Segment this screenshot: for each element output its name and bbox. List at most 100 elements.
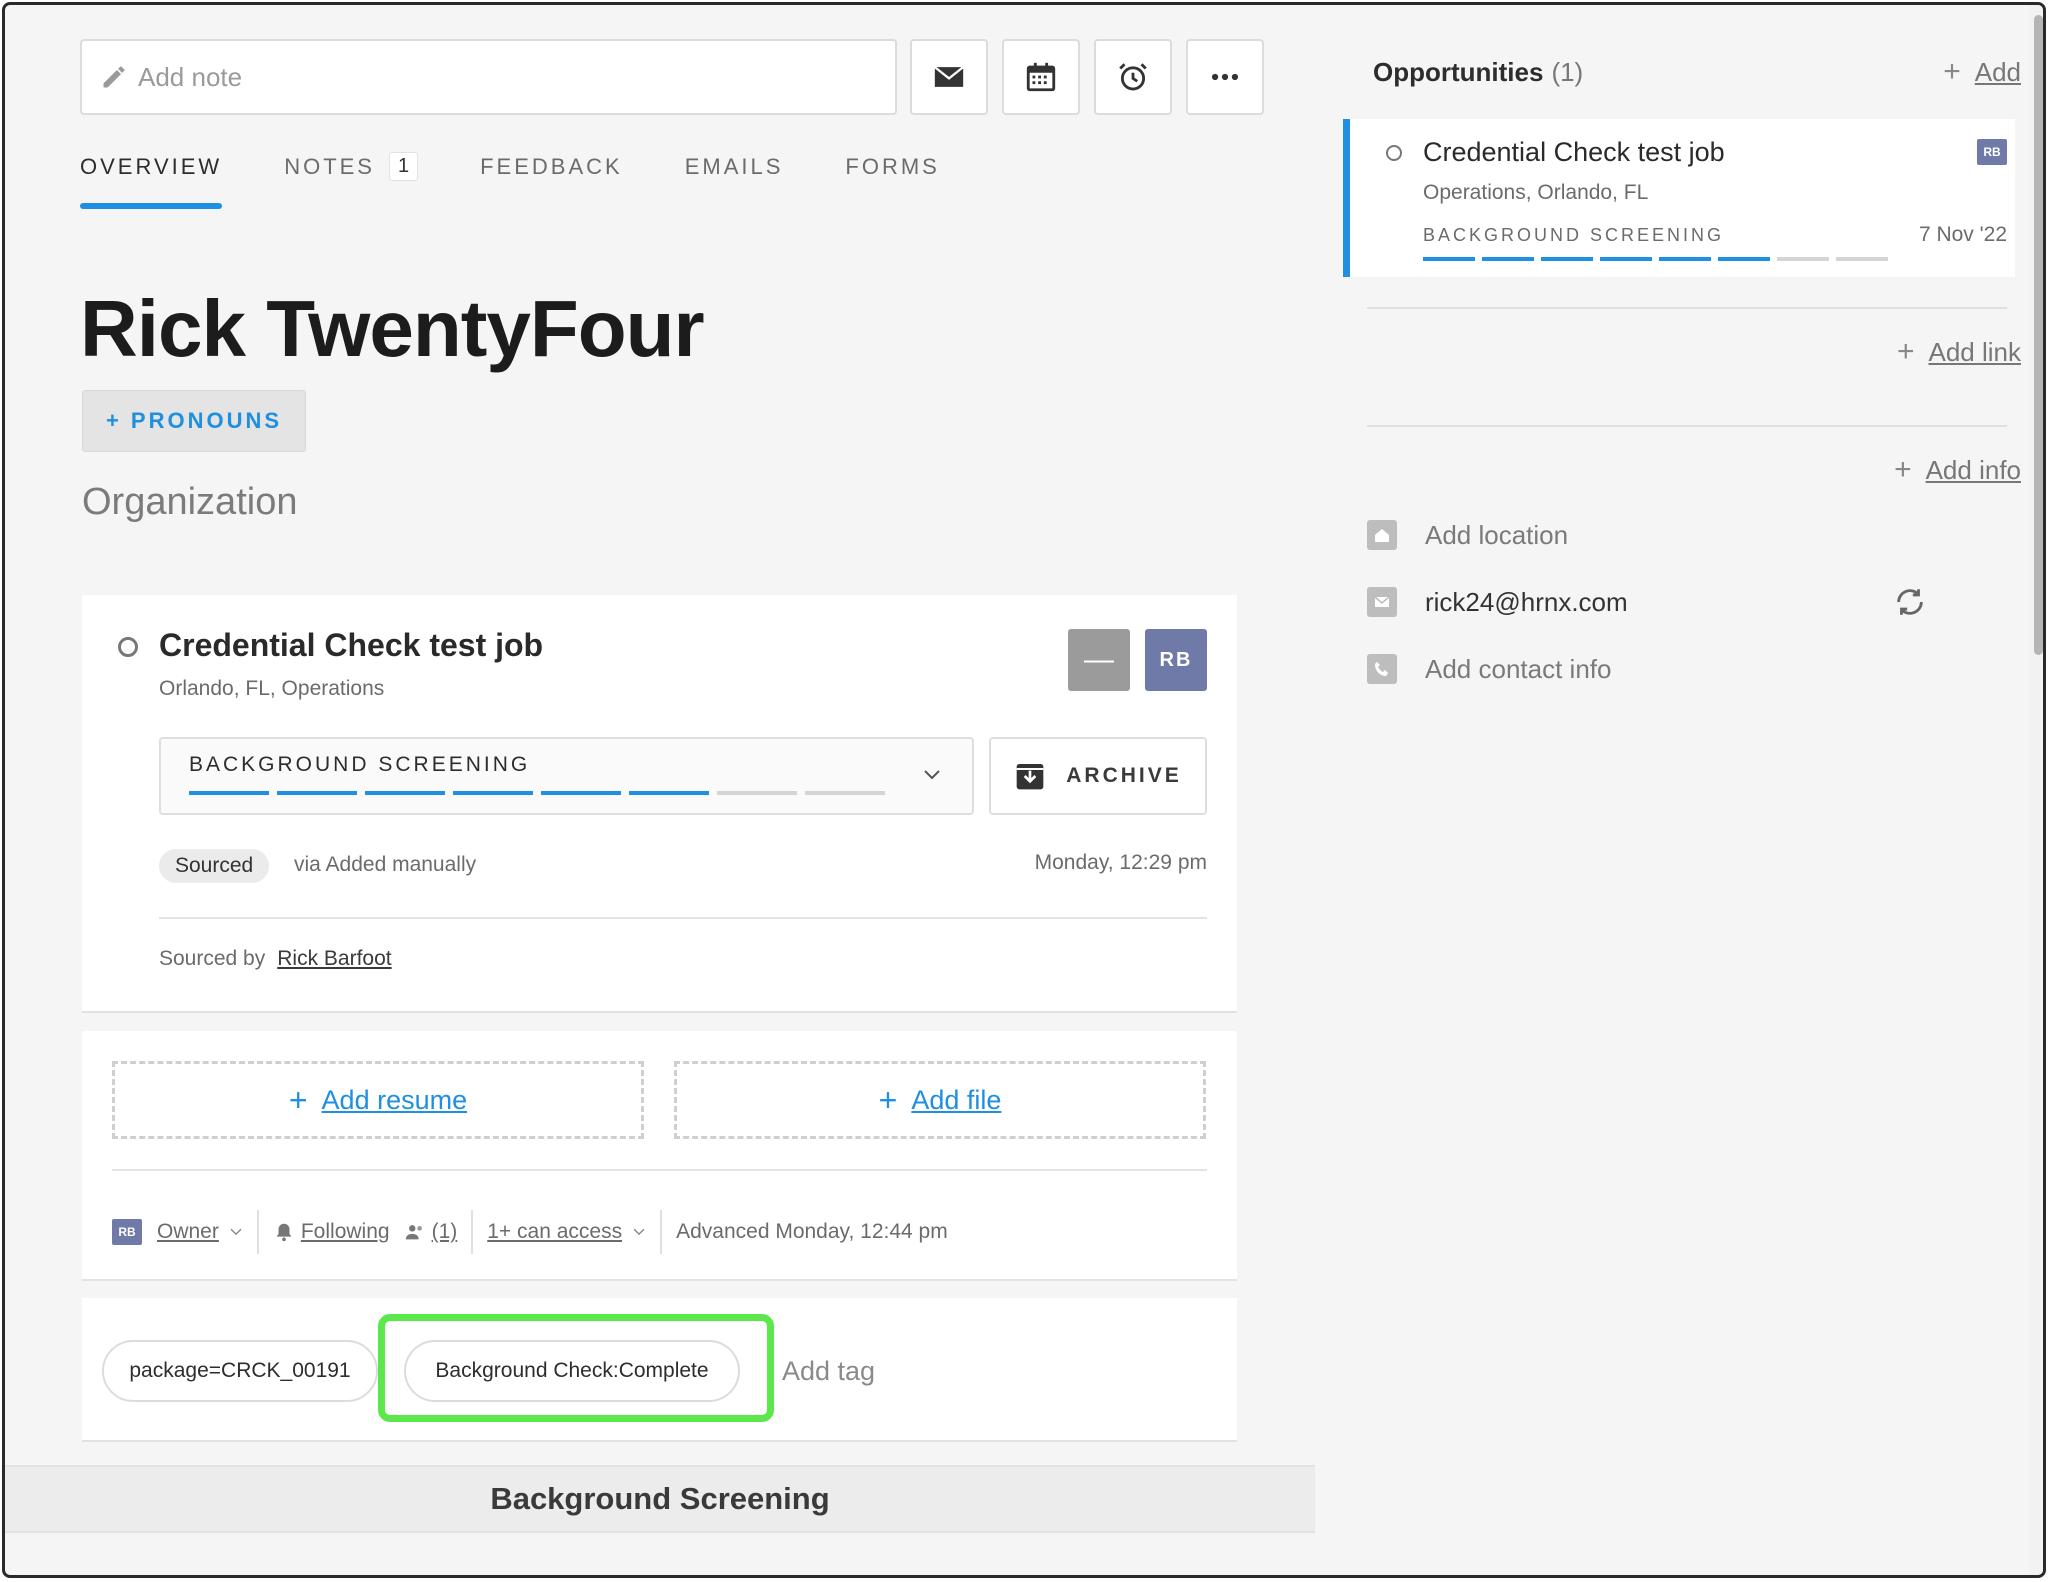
email-row[interactable]: rick24@hrnx.com <box>1367 582 1628 622</box>
tab-notes[interactable]: NOTES 1 <box>284 143 419 209</box>
section-header: Background Screening <box>5 1465 1315 1533</box>
ownership-row: RB Owner Following (1) 1+ can access Adv… <box>112 1209 948 1255</box>
stage-label: BACKGROUND SCREENING <box>189 753 531 776</box>
archive-box-icon <box>1016 764 1044 790</box>
application-date: Monday, 12:29 pm <box>1034 851 1207 874</box>
status-circle-icon <box>1386 145 1402 161</box>
reminder-button[interactable] <box>1094 39 1172 115</box>
archive-button[interactable]: ARCHIVE <box>989 737 1207 815</box>
scrollbar[interactable] <box>2029 5 2043 1575</box>
tab-emails[interactable]: EMAILS <box>685 143 784 209</box>
candidate-name[interactable]: Rick TwentyFour <box>80 283 705 375</box>
alarm-clock-icon <box>1119 63 1147 91</box>
calendar-icon <box>1026 62 1056 92</box>
stage-segment <box>1423 257 1475 261</box>
add-opportunity-button[interactable]: + Add <box>1943 55 2021 89</box>
pencil-icon <box>103 66 125 88</box>
add-pronouns-button[interactable]: + PRONOUNS <box>82 390 306 452</box>
job-application-card: Credential Check test job Orlando, FL, O… <box>82 595 1237 1013</box>
divider <box>1367 307 2007 309</box>
tab-feedback[interactable]: FEEDBACK <box>480 143 623 209</box>
owner-avatar: RB <box>1977 139 2007 165</box>
add-file-dropzone[interactable]: + Add file <box>674 1061 1206 1139</box>
contact-row[interactable]: Add contact info <box>1367 649 1611 689</box>
opportunities-count: (1) <box>1551 57 1584 87</box>
plus-icon: + <box>1896 335 1915 368</box>
opportunity-date: 7 Nov '22 <box>1918 223 2007 246</box>
stage-segment <box>541 791 621 795</box>
source-via: via Added manually <box>294 853 477 876</box>
divider <box>112 1169 1207 1171</box>
tab-overview[interactable]: OVERVIEW <box>80 143 223 209</box>
opportunity-card[interactable]: Credential Check test job Operations, Or… <box>1343 119 2015 277</box>
tags-section: package=CRCK_00191 Background Check:Comp… <box>82 1298 1237 1442</box>
app-frame: Add note OVERVIEW NOTES 1 FEEDBACK EMAILS… <box>2 2 2046 1578</box>
stage-dropdown[interactable]: BACKGROUND SCREENING <box>159 737 974 815</box>
add-note-placeholder: Add note <box>138 61 243 92</box>
stage-segment <box>717 791 797 795</box>
add-resume-dropzone[interactable]: + Add resume <box>112 1061 644 1139</box>
chevron-down-icon <box>924 770 940 780</box>
highlight-box <box>378 1314 774 1422</box>
notes-count-badge: 1 <box>388 152 419 181</box>
email-button[interactable] <box>910 39 988 115</box>
stage-segment <box>1836 257 1888 261</box>
stage-segment <box>189 791 269 795</box>
chevron-down-icon <box>230 1228 242 1236</box>
more-dots-icon <box>1211 73 1239 81</box>
advanced-timestamp: Advanced Monday, 12:44 pm <box>676 1220 948 1243</box>
following-toggle[interactable]: Following <box>301 1220 390 1244</box>
stage-segment <box>629 791 709 795</box>
sourced-by-link[interactable]: Rick Barfoot <box>277 947 391 970</box>
opportunity-title: Credential Check test job <box>1423 137 1725 167</box>
files-section: + Add resume + Add file RB Owner Following… <box>82 1031 1237 1281</box>
separator <box>471 1210 474 1254</box>
tab-forms[interactable]: FORMS <box>845 143 939 209</box>
scrollbar-thumb[interactable] <box>2034 15 2043 655</box>
stage-segment <box>453 791 533 795</box>
followers-count[interactable]: (1) <box>432 1220 458 1244</box>
add-link-button[interactable]: + Add link <box>1897 335 2021 369</box>
stage-segment <box>365 791 445 795</box>
stage-segment <box>1600 257 1652 261</box>
stage-segment <box>805 791 885 795</box>
organization-field[interactable]: Organization <box>82 481 297 524</box>
add-tag-input[interactable]: Add tag <box>782 1356 875 1387</box>
owner-dropdown[interactable]: Owner <box>157 1220 219 1244</box>
sourced-by: Sourced by Rick Barfoot <box>159 947 392 970</box>
divider <box>159 917 1207 919</box>
stage-segment <box>1541 257 1593 261</box>
tag-package[interactable]: package=CRCK_00191 <box>102 1340 378 1402</box>
plus-icon: + <box>1894 453 1912 486</box>
opportunities-heading: Opportunities (1) <box>1373 57 1584 87</box>
opportunity-location: Operations, Orlando, FL <box>1423 181 1649 204</box>
stage-progress <box>189 791 893 795</box>
add-info-button[interactable]: + Add info <box>1894 453 2021 487</box>
source-badge: Sourced <box>159 849 270 883</box>
followers-icon <box>405 1225 422 1240</box>
owner-avatar: RB <box>112 1219 142 1245</box>
add-note-input[interactable]: Add note <box>80 39 897 115</box>
separator <box>660 1210 663 1254</box>
chevron-down-icon <box>633 1228 645 1236</box>
stage-segment <box>1777 257 1829 261</box>
schedule-button[interactable] <box>1002 39 1080 115</box>
plus-icon: + <box>878 1081 898 1118</box>
profile-tabs: OVERVIEW NOTES 1 FEEDBACK EMAILS FORMS <box>80 143 1002 209</box>
job-title[interactable]: Credential Check test job <box>159 627 543 664</box>
stage-segment <box>1482 257 1534 261</box>
access-dropdown[interactable]: 1+ can access <box>487 1220 622 1244</box>
opportunity-stage: BACKGROUND SCREENING <box>1423 225 1725 245</box>
stage-segment <box>1718 257 1770 261</box>
owner-avatar[interactable]: RB <box>1145 629 1207 691</box>
envelope-icon <box>934 66 964 87</box>
location-row[interactable]: Add location <box>1367 515 1568 555</box>
sync-icon[interactable] <box>1893 585 1927 619</box>
bell-icon <box>276 1223 292 1242</box>
collapse-button[interactable]: — <box>1068 629 1130 691</box>
job-location: Orlando, FL, Operations <box>159 677 385 700</box>
more-actions-button[interactable] <box>1186 39 1264 115</box>
mail-icon <box>1367 587 1397 617</box>
stage-segment <box>277 791 357 795</box>
plus-icon: + <box>288 1081 308 1118</box>
